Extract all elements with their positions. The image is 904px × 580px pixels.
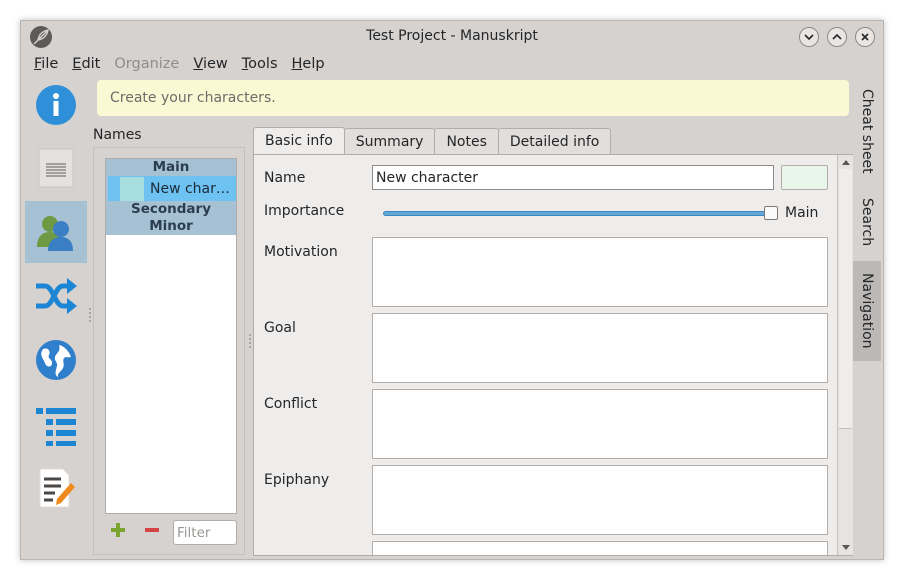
dock-tab-navigation[interactable]: Navigation xyxy=(853,261,881,361)
characters-icon xyxy=(37,216,73,251)
name-field[interactable] xyxy=(372,165,774,190)
menu-tools[interactable]: Tools xyxy=(235,53,285,75)
tree-list-icon xyxy=(36,408,76,446)
globe-icon xyxy=(36,340,76,380)
add-character-button[interactable] xyxy=(109,521,127,539)
importance-slider[interactable] xyxy=(383,211,773,216)
world-tool[interactable] xyxy=(25,329,87,391)
close-button[interactable] xyxy=(855,27,875,47)
group-secondary[interactable]: Secondary xyxy=(106,201,236,218)
window-title: Test Project - Manuskript xyxy=(366,28,538,44)
minus-icon xyxy=(145,528,159,532)
character-name: New char… xyxy=(150,180,230,197)
minimize-button[interactable] xyxy=(799,27,819,47)
tab-detailed-info[interactable]: Detailed info xyxy=(497,128,612,155)
summary-tool[interactable] xyxy=(25,137,87,199)
character-color-button[interactable] xyxy=(781,165,828,190)
plus-icon xyxy=(111,523,125,537)
menu-organize: Organize xyxy=(114,56,180,72)
dock-tab-search[interactable]: Search xyxy=(853,192,881,252)
group-main[interactable]: Main xyxy=(106,159,236,176)
tab-summary[interactable]: Summary xyxy=(343,128,436,155)
importance-slider-handle[interactable] xyxy=(764,206,778,220)
splitter-handle[interactable] xyxy=(89,308,91,322)
editor-tool[interactable] xyxy=(25,457,87,519)
tab-notes[interactable]: Notes xyxy=(434,128,499,155)
importance-value: Main xyxy=(785,205,819,221)
dock-tab-cheat-sheet[interactable]: Cheat sheet xyxy=(853,83,881,179)
motivation-field[interactable] xyxy=(372,237,828,307)
shuffle-icon xyxy=(36,278,77,314)
hint-bar: Create your characters. xyxy=(97,80,849,116)
menu-file[interactable]: File xyxy=(27,53,65,75)
character-color-swatch xyxy=(120,176,144,201)
scroll-down-icon[interactable] xyxy=(841,542,851,552)
outline-tool[interactable] xyxy=(25,393,87,455)
list-item[interactable]: New char… xyxy=(106,176,236,201)
plots-tool[interactable] xyxy=(25,265,87,327)
next-field[interactable] xyxy=(372,541,828,555)
vertical-scrollbar[interactable] xyxy=(837,155,853,555)
importance-label: Importance xyxy=(264,203,345,219)
characters-list[interactable]: Main New char… Secondary Minor xyxy=(105,158,237,514)
editor-pencil-icon xyxy=(39,468,75,508)
chevron-down-icon xyxy=(804,34,814,41)
app-window: Test Project - Manuskript File Edit Orga… xyxy=(20,20,884,560)
general-info-tool[interactable] xyxy=(25,74,87,136)
epiphany-field[interactable] xyxy=(372,465,828,535)
motivation-label: Motivation xyxy=(264,244,338,260)
goal-field[interactable] xyxy=(372,313,828,383)
info-icon xyxy=(36,85,76,125)
title-bar[interactable]: Test Project - Manuskript xyxy=(21,21,883,53)
menu-bar: File Edit Organize View Tools Help xyxy=(27,53,332,75)
splitter-handle[interactable] xyxy=(249,334,251,348)
conflict-label: Conflict xyxy=(264,396,318,412)
filter-input[interactable] xyxy=(173,520,237,545)
epiphany-label: Epiphany xyxy=(264,472,330,488)
outline-page-icon xyxy=(38,148,74,188)
remove-character-button[interactable] xyxy=(143,521,161,539)
menu-view[interactable]: View xyxy=(186,53,234,75)
group-minor[interactable]: Minor xyxy=(106,218,236,235)
scroll-up-icon[interactable] xyxy=(841,158,851,168)
close-icon xyxy=(861,33,869,41)
goal-label: Goal xyxy=(264,320,296,336)
characters-tool[interactable] xyxy=(25,201,87,263)
maximize-button[interactable] xyxy=(827,27,847,47)
basic-info-panel: Name Importance Main Motivation Goal Con… xyxy=(253,154,853,556)
menu-edit[interactable]: Edit xyxy=(65,53,107,75)
tab-basic-info[interactable]: Basic info xyxy=(253,127,345,156)
conflict-field[interactable] xyxy=(372,389,828,459)
scrollbar-thumb[interactable] xyxy=(839,169,852,429)
menu-help[interactable]: Help xyxy=(285,53,332,75)
names-label: Names xyxy=(93,127,142,143)
chevron-up-icon xyxy=(832,33,842,40)
character-tabs: Basic info Summary Notes Detailed info xyxy=(253,127,612,156)
name-label: Name xyxy=(264,170,306,186)
